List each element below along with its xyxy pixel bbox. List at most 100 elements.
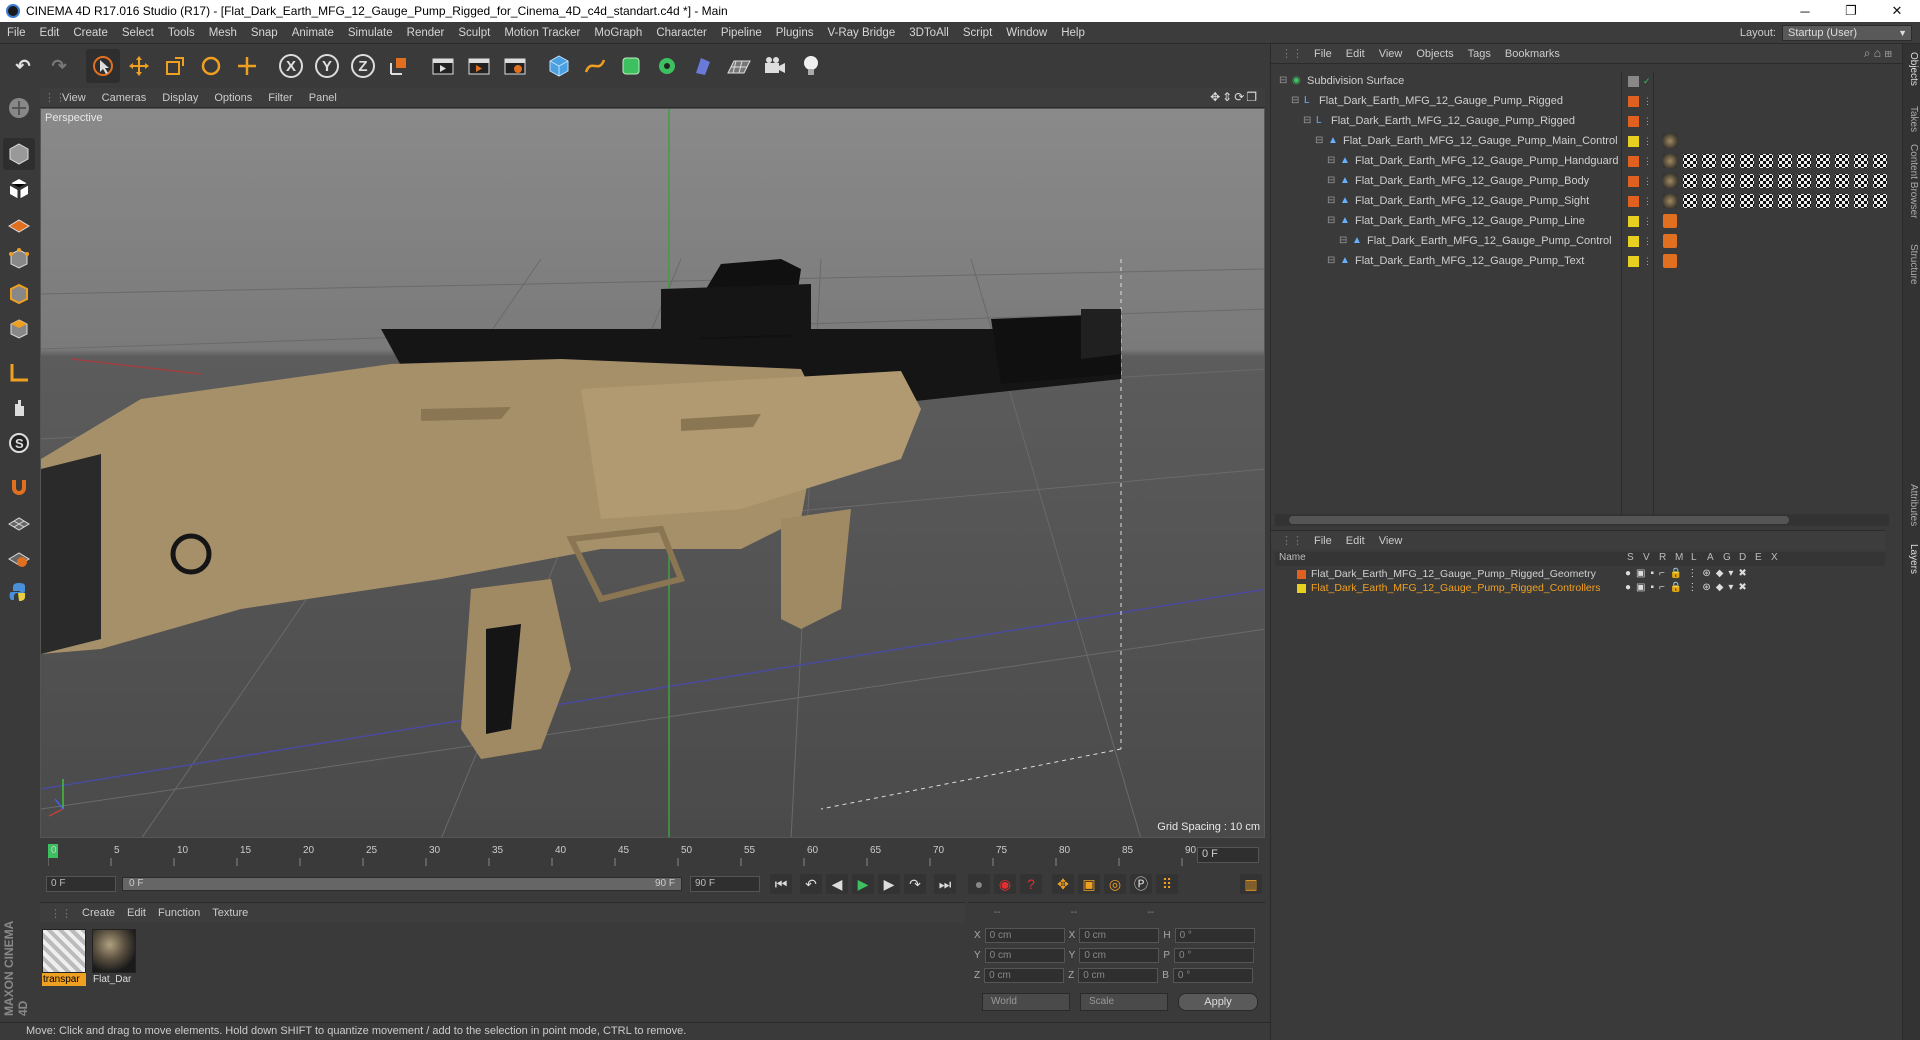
- object-tree-row[interactable]: ⊟ ▲ Flat_Dark_Earth_MFG_12_Gauge_Pump_Line…: [1275, 212, 1889, 230]
- object-tree-row[interactable]: ⊟ ▲ Flat_Dark_Earth_MFG_12_Gauge_Pump_Sigh…: [1275, 192, 1889, 210]
- expand-toggle-icon[interactable]: ⊟: [1327, 156, 1337, 166]
- object-search-icons[interactable]: ⌕ ⌂ ⊞: [1864, 46, 1892, 61]
- points-mode-icon[interactable]: [3, 243, 35, 275]
- go-to-start-icon[interactable]: ⏮: [770, 874, 792, 894]
- texture-tag-icon[interactable]: [1873, 194, 1887, 208]
- object-menu-objects[interactable]: Objects: [1409, 48, 1460, 60]
- position-y-field[interactable]: 0 cm: [984, 947, 1065, 963]
- texture-tag-icon[interactable]: [1683, 194, 1697, 208]
- menu-3dtoall[interactable]: 3DToAll: [902, 27, 956, 39]
- layer-row[interactable]: Flat_Dark_Earth_MFG_12_Gauge_Pump_Rigged…: [1275, 582, 1885, 596]
- material-swatch[interactable]: transpar: [42, 929, 86, 989]
- menu-edit[interactable]: Edit: [33, 27, 67, 39]
- cube-primitive-icon[interactable]: [542, 49, 576, 83]
- key-point-level-icon[interactable]: ⠿: [1156, 874, 1178, 894]
- layer-color-swatch[interactable]: [1628, 175, 1639, 187]
- menu-motion-tracker[interactable]: Motion Tracker: [497, 27, 587, 39]
- texture-tag-icon[interactable]: [1683, 174, 1697, 188]
- timeline-window-icon[interactable]: ▥: [1240, 874, 1262, 894]
- layer-color-swatch[interactable]: [1628, 215, 1639, 227]
- layer-color-swatch[interactable]: [1628, 235, 1639, 247]
- control-tag-icon[interactable]: [1663, 254, 1677, 268]
- python-icon[interactable]: [3, 576, 35, 608]
- array-mograph-icon[interactable]: [650, 49, 684, 83]
- menu-animate[interactable]: Animate: [285, 27, 341, 39]
- texture-tag-icon[interactable]: [1778, 174, 1792, 188]
- texture-tag-icon[interactable]: [1797, 154, 1811, 168]
- last-tool-icon[interactable]: [230, 49, 264, 83]
- start-frame-field[interactable]: 0 F: [46, 876, 116, 892]
- texture-tag-icon[interactable]: [1702, 154, 1716, 168]
- next-frame-icon[interactable]: ▶: [878, 874, 900, 894]
- texture-tag-icon[interactable]: [1816, 194, 1830, 208]
- menu-create[interactable]: Create: [66, 27, 115, 39]
- menu-tools[interactable]: Tools: [161, 27, 202, 39]
- object-tree-row[interactable]: ⊟ ▲ Flat_Dark_Earth_MFG_12_Gauge_Pump_Text…: [1275, 252, 1889, 270]
- object-menu-view[interactable]: View: [1372, 48, 1410, 60]
- menu-file[interactable]: File: [0, 27, 33, 39]
- texture-tag-icon[interactable]: [1835, 174, 1849, 188]
- floor-icon[interactable]: [722, 49, 756, 83]
- visibility-dots-icon[interactable]: ⋮: [1643, 176, 1652, 187]
- material-tag-icon[interactable]: [1663, 174, 1677, 188]
- menu-character[interactable]: Character: [649, 27, 714, 39]
- menu-mesh[interactable]: Mesh: [202, 27, 244, 39]
- play-forward-icon[interactable]: ▶: [852, 874, 874, 894]
- layer-column-header[interactable]: S: [1627, 552, 1636, 563]
- material-menu-texture[interactable]: Texture: [206, 907, 254, 919]
- tab-content-browser[interactable]: Content Browser: [1905, 144, 1919, 218]
- previous-key-icon[interactable]: ↶: [800, 874, 822, 894]
- workplane-mode-icon[interactable]: [3, 208, 35, 240]
- 3d-viewport[interactable]: Perspective Grid Spacing : 10 cm: [40, 108, 1265, 838]
- texture-tag-icon[interactable]: [1797, 174, 1811, 188]
- texture-tag-icon[interactable]: [1740, 154, 1754, 168]
- scrollbar-thumb[interactable]: [1289, 516, 1789, 524]
- menu-sculpt[interactable]: Sculpt: [451, 27, 497, 39]
- render-view-icon[interactable]: [426, 49, 460, 83]
- menu-mograph[interactable]: MoGraph: [587, 27, 649, 39]
- visibility-dots-icon[interactable]: ⋮: [1643, 236, 1652, 247]
- scale-dropdown[interactable]: Scale: [1080, 993, 1168, 1011]
- z-axis-lock-icon[interactable]: Z: [346, 49, 380, 83]
- coordinate-system-icon[interactable]: [382, 49, 416, 83]
- x-axis-lock-icon[interactable]: X: [274, 49, 308, 83]
- menu-plugins[interactable]: Plugins: [769, 27, 821, 39]
- layer-color-swatch[interactable]: [1628, 135, 1639, 147]
- y-axis-lock-icon[interactable]: Y: [310, 49, 344, 83]
- position-z-field[interactable]: 0 cm: [984, 967, 1065, 983]
- rotation-b-field[interactable]: 0 °: [1172, 967, 1253, 983]
- object-tree-row[interactable]: ⊟ L Flat_Dark_Earth_MFG_12_Gauge_Pump_Rigg…: [1275, 112, 1889, 130]
- rotate-tool-icon[interactable]: [194, 49, 228, 83]
- texture-tag-icon[interactable]: [1721, 174, 1735, 188]
- layer-menu-edit[interactable]: Edit: [1339, 535, 1372, 547]
- layer-row[interactable]: Flat_Dark_Earth_MFG_12_Gauge_Pump_Rigged…: [1275, 568, 1885, 582]
- texture-tag-icon[interactable]: [1816, 154, 1830, 168]
- magnet-icon[interactable]: [3, 471, 35, 503]
- layer-column-header[interactable]: V: [1643, 552, 1652, 563]
- redo-icon[interactable]: ↷: [42, 49, 76, 83]
- menu-select[interactable]: Select: [115, 27, 161, 39]
- expand-toggle-icon[interactable]: ⊟: [1327, 216, 1337, 226]
- layer-toggle-icons[interactable]: ●▣▪⌐🔒⋮⊛◆▾✖: [1625, 568, 1752, 579]
- undo-icon[interactable]: ↶: [6, 49, 40, 83]
- size-z-field[interactable]: 0 cm: [1078, 967, 1159, 983]
- model-mode-icon[interactable]: [3, 138, 35, 170]
- visibility-dots-icon[interactable]: ⋮: [1643, 136, 1652, 147]
- material-menu-edit[interactable]: Edit: [121, 907, 152, 919]
- render-to-picture-viewer-icon[interactable]: [462, 49, 496, 83]
- viewport-menu-panel[interactable]: Panel: [301, 92, 345, 104]
- layer-color-swatch[interactable]: [1628, 115, 1639, 127]
- layer-column-header[interactable]: L: [1691, 552, 1700, 563]
- visibility-dots-icon[interactable]: ⋮: [1643, 216, 1652, 227]
- texture-tag-icon[interactable]: [1759, 154, 1773, 168]
- render-settings-icon[interactable]: [498, 49, 532, 83]
- texture-tag-icon[interactable]: [1835, 194, 1849, 208]
- texture-tag-icon[interactable]: [1778, 154, 1792, 168]
- live-selection-icon[interactable]: [86, 49, 120, 83]
- viewport-navigation-icons[interactable]: ✥⇕⟳❐: [1210, 90, 1259, 104]
- texture-tag-icon[interactable]: [1835, 154, 1849, 168]
- object-tree-row[interactable]: ⊟ ▲ Flat_Dark_Earth_MFG_12_Gauge_Pump_Main…: [1275, 132, 1889, 150]
- control-tag-icon[interactable]: [1663, 214, 1677, 228]
- texture-tag-icon[interactable]: [1702, 174, 1716, 188]
- menu-window[interactable]: Window: [999, 27, 1054, 39]
